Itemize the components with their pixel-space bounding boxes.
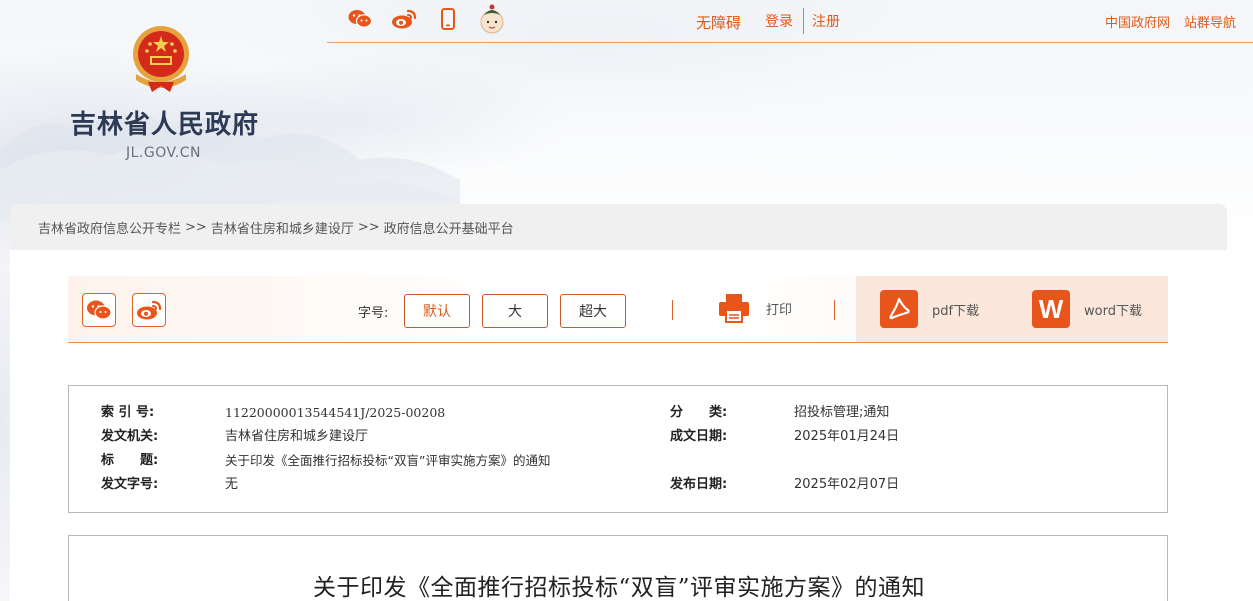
breadcrumb-item[interactable]: 吉林省住房和城乡建设厅 (211, 218, 354, 237)
top-icon-bar (338, 4, 514, 34)
site-domain: JL.GOV.CN (126, 145, 201, 161)
index-value: 11220000013544541J/2025-00208 (225, 405, 446, 420)
font-size-label: 字号: (358, 306, 389, 321)
created-date-value: 2025年01月24日 (794, 429, 900, 444)
print-label: 打印 (766, 302, 793, 318)
mountain-illustration (0, 113, 460, 220)
breadcrumb-separator: >> (357, 219, 380, 235)
meta-row: 标 题: 关于印发《全面推行招标投标“双盲”评审实施方案》的通知 (69, 451, 1169, 471)
breadcrumb-item[interactable]: 政府信息公开基础平台 (384, 218, 514, 237)
doc-number-value: 无 (225, 477, 239, 492)
article-title: 关于印发《全面推行招标投标“双盲”评审实施方案》的通知 (312, 575, 926, 601)
issuer-label: 发文机关: (101, 429, 159, 444)
meta-row: 索 引 号: 11220000013544541J/2025-00208 分 类… (69, 403, 1169, 423)
meta-row: 发文字号: 无 发布日期: 2025年02月07日 (69, 475, 1169, 495)
pdf-icon (880, 290, 918, 328)
register-link[interactable]: 注册 (812, 11, 840, 31)
category-value: 招投标管理;通知 (794, 405, 890, 420)
toolbar-divider (672, 300, 673, 320)
title-label: 标 题: (101, 453, 159, 468)
site-title[interactable]: 吉林省人民政府 (70, 104, 259, 141)
pdf-download-button[interactable]: pdf下载 (880, 290, 979, 328)
font-default-button[interactable]: 默认 (404, 294, 470, 328)
share-wechat-button[interactable] (82, 293, 116, 327)
link-divider (803, 8, 805, 34)
mobile-icon[interactable] (426, 4, 470, 34)
wechat-icon (87, 300, 112, 320)
national-emblem-icon (133, 26, 189, 92)
weibo-icon[interactable] (382, 4, 426, 34)
created-date-label: 成文日期: (670, 429, 728, 444)
document-meta-box: 索 引 号: 11220000013544541J/2025-00208 分 类… (68, 385, 1168, 513)
font-extra-large-button[interactable]: 超大 (560, 294, 626, 328)
article-toolbar: 字号: 默认 大 超大 打印 pdf下载 W word下载 (68, 276, 1168, 343)
assistant-avatar-icon[interactable] (470, 4, 514, 34)
meta-row: 发文机关: 吉林省住房和城乡建设厅 成文日期: 2025年01月24日 (69, 427, 1169, 447)
doc-number-label: 发文字号: (101, 477, 159, 492)
index-label: 索 引 号: (101, 405, 155, 420)
published-date-value: 2025年02月07日 (794, 477, 900, 492)
article-container: 关于印发《全面推行招标投标“双盲”评审实施方案》的通知 (68, 535, 1168, 601)
download-area: pdf下载 W word下载 (856, 276, 1168, 342)
header-divider (327, 42, 1253, 43)
word-icon: W (1032, 290, 1070, 328)
breadcrumb-separator: >> (185, 219, 207, 235)
toolbar-divider (834, 300, 835, 320)
font-large-button[interactable]: 大 (482, 294, 548, 328)
word-download-button[interactable]: W word下载 (1032, 290, 1142, 328)
published-date-label: 发布日期: (670, 477, 728, 492)
category-label: 分 类: (670, 405, 728, 420)
breadcrumb: 吉林省政府信息公开专栏 >> 吉林省住房和城乡建设厅 >> 政府信息公开基础平台 (10, 204, 1227, 250)
printer-icon (719, 294, 749, 323)
wechat-icon[interactable] (338, 4, 382, 34)
site-group-nav-link[interactable]: 站群导航 (1184, 12, 1236, 31)
china-gov-link[interactable]: 中国政府网 (1105, 12, 1170, 31)
print-button[interactable]: 打印 (718, 292, 792, 324)
pdf-download-label: pdf下载 (932, 303, 980, 319)
top-user-links: 无障碍 登录 注册 (696, 0, 840, 42)
title-value: 关于印发《全面推行招标投标“双盲”评审实施方案》的通知 (225, 453, 551, 468)
accessibility-link[interactable]: 无障碍 (696, 12, 741, 33)
share-weibo-button[interactable] (132, 293, 166, 327)
word-download-label: word下载 (1084, 303, 1142, 319)
breadcrumb-item[interactable]: 吉林省政府信息公开专栏 (38, 218, 181, 237)
weibo-icon (137, 300, 162, 320)
top-right-links: 中国政府网 站群导航 (1105, 0, 1236, 42)
login-link[interactable]: 登录 (765, 11, 793, 31)
issuer-value: 吉林省住房和城乡建设厅 (225, 429, 369, 444)
